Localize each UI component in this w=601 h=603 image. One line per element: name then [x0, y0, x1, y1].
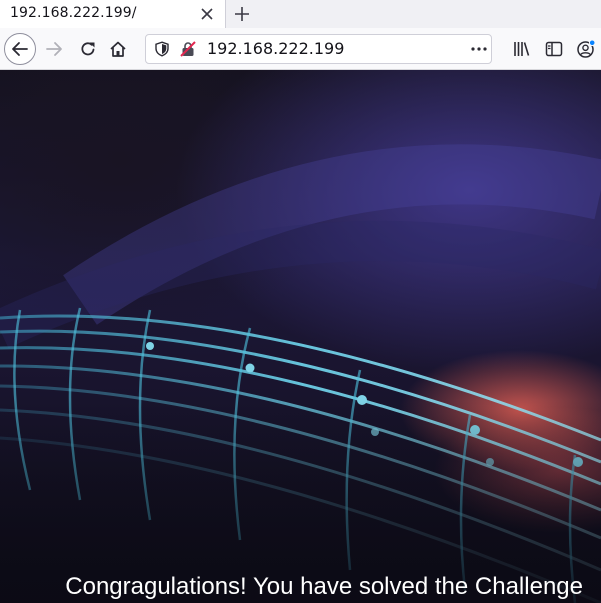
- sidebar-icon: [545, 41, 563, 57]
- url-text: 192.168.222.199: [207, 39, 345, 58]
- page-content: Congragulations! You have solved the Cha…: [0, 70, 601, 603]
- back-arrow-icon: [12, 42, 28, 56]
- notification-dot: [588, 39, 596, 47]
- library-button[interactable]: [510, 37, 534, 61]
- navigation-toolbar: 192.168.222.199: [0, 28, 601, 70]
- more-horizontal-icon[interactable]: [470, 41, 488, 57]
- tab-strip: 192.168.222.199/: [0, 0, 601, 28]
- account-icon: [577, 39, 596, 58]
- forward-arrow-icon: [46, 42, 62, 56]
- home-button[interactable]: [106, 37, 130, 61]
- forward-button[interactable]: [42, 37, 66, 61]
- plus-icon[interactable]: [232, 4, 252, 24]
- tab-title: 192.168.222.199/: [10, 5, 137, 21]
- sidebar-button[interactable]: [542, 37, 566, 61]
- address-bar[interactable]: 192.168.222.199: [145, 34, 492, 64]
- success-message: Congragulations! You have solved the Cha…: [65, 573, 583, 600]
- close-icon[interactable]: [198, 5, 216, 23]
- back-button[interactable]: [4, 33, 36, 65]
- account-button[interactable]: [574, 37, 598, 61]
- insecure-lock-icon[interactable]: [180, 41, 196, 57]
- library-icon: [514, 42, 530, 56]
- tab-active[interactable]: 192.168.222.199/: [0, 0, 226, 28]
- shield-icon[interactable]: [154, 41, 170, 57]
- reload-icon: [81, 42, 95, 56]
- background-image: [0, 144, 601, 603]
- home-icon: [110, 41, 126, 57]
- reload-button[interactable]: [76, 37, 100, 61]
